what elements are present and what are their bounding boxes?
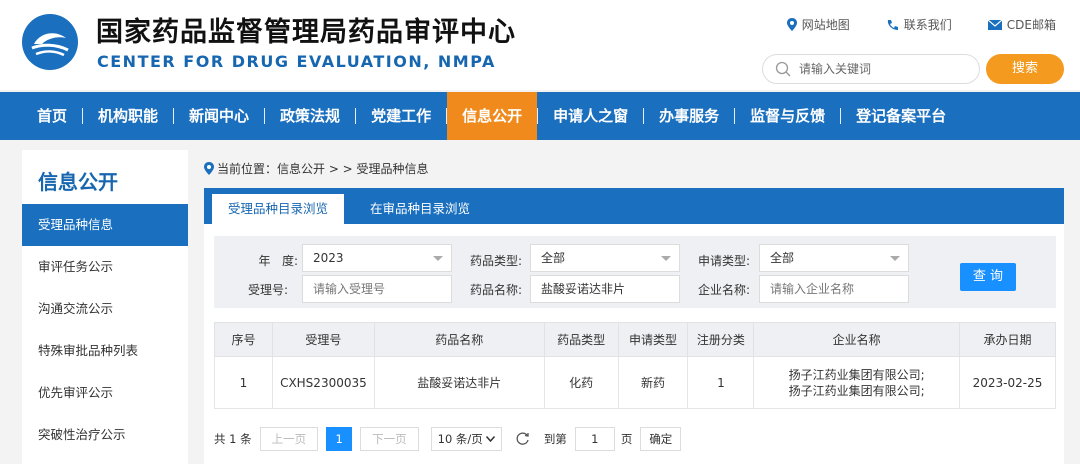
col-index: 序号 [214, 322, 273, 357]
sidebar-item-breakthrough[interactable]: 突破性治疗公示 [22, 414, 188, 456]
nav-item-home[interactable]: 首页 [22, 92, 82, 140]
company-input[interactable]: 请输入企业名称 [759, 275, 909, 303]
company-line: 扬子江药业集团有限公司; [788, 367, 925, 382]
nav-item-party-building[interactable]: 党建工作 [356, 92, 446, 140]
page-size-select[interactable]: 10 条/页 [430, 427, 502, 451]
col-accept-no: 受理号 [271, 322, 375, 357]
nav-item-services[interactable]: 办事服务 [644, 92, 734, 140]
contact-label: 联系我们 [903, 18, 952, 32]
tab-accepted-catalog[interactable]: 受理品种目录浏览 [212, 194, 344, 224]
sidebar-title: 信息公开 [38, 170, 118, 194]
site-title-en: CENTER FOR DRUG EVALUATION, NMPA [97, 52, 496, 71]
col-date: 承办日期 [959, 322, 1056, 357]
col-apply-type: 申请类型 [617, 322, 689, 357]
cell-drug-name: 盐酸妥诺达非片 [373, 356, 545, 409]
cell-company: 扬子江药业集团有限公司; 扬子江药业集团有限公司; [753, 356, 961, 409]
goto-page-input[interactable]: 1 [574, 427, 615, 451]
query-button[interactable]: 查 询 [960, 263, 1016, 291]
drug-name-input[interactable]: 盐酸妥诺达非片 [530, 275, 680, 303]
mail-icon [987, 19, 1002, 30]
col-company: 企业名称 [753, 322, 961, 357]
sitemap-link[interactable]: 网站地图 [786, 16, 850, 33]
top-links: 网站地图 联系我们 CDE邮箱 [786, 16, 1056, 33]
logo-emblem-icon [31, 33, 69, 57]
nav-item-info-disclosure[interactable]: 信息公开 [447, 92, 538, 140]
col-reg-class: 注册分类 [687, 322, 755, 357]
mail-label: CDE邮箱 [1006, 18, 1056, 32]
current-page-button[interactable]: 1 [326, 427, 353, 451]
breadcrumb: 当前位置：信息公开 > > 受理品种信息 [204, 160, 429, 177]
drug-type-value: 全部 [541, 251, 566, 265]
nav-item-news-center[interactable]: 新闻中心 [174, 92, 264, 140]
cell-index: 1 [214, 356, 273, 409]
apply-type-value: 全部 [770, 251, 795, 265]
goto-suffix: 页 [620, 432, 633, 446]
contact-link[interactable]: 联系我们 [886, 16, 952, 33]
cell-accept-no: CXHS2300035 [271, 356, 375, 409]
drug-type-select[interactable]: 全部 [530, 244, 680, 272]
next-page-button[interactable]: 下一页 [360, 427, 419, 451]
nav-item-applicant-window[interactable]: 申请人之窗 [538, 92, 643, 140]
cell-reg-class: 1 [687, 356, 755, 409]
year-value: 2023 [313, 251, 344, 265]
breadcrumb-text: 当前位置：信息公开 > > 受理品种信息 [217, 162, 429, 176]
apply-type-label: 申请类型: [697, 254, 750, 268]
sidebar-item-communication[interactable]: 沟通交流公示 [22, 288, 188, 330]
col-drug-type: 药品类型 [543, 322, 619, 357]
year-select[interactable]: 2023 [302, 244, 452, 272]
sidebar-item-priority-review[interactable]: 优先审评公示 [22, 372, 188, 414]
year-label: 年 度: [258, 254, 299, 268]
company-line: 扬子江药业集团有限公司; [788, 383, 925, 398]
chevron-down-icon [661, 256, 671, 261]
accept-no-input[interactable]: 请输入受理号 [302, 275, 452, 303]
table-row[interactable]: 1 CXHS2300035 盐酸妥诺达非片 化药 新药 1 扬子江药业集团有限公… [214, 356, 1056, 409]
content-panel: 受理品种目录浏览 在审品种目录浏览 年 度: 2023 药品类型: 全部 申请类… [204, 188, 1064, 464]
cell-drug-type: 化药 [543, 356, 619, 409]
sitemap-label: 网站地图 [801, 18, 850, 32]
drug-name-label: 药品名称: [469, 283, 522, 297]
total-count: 共 1 条 [214, 432, 252, 446]
chevron-down-icon [890, 256, 900, 261]
cde-logo[interactable] [22, 14, 78, 70]
tab-reviewing-catalog[interactable]: 在审品种目录浏览 [354, 194, 486, 224]
phone-icon [887, 19, 898, 30]
chevron-down-icon [485, 436, 495, 442]
accept-no-label: 受理号: [247, 283, 288, 297]
site-title-cn: 国家药品监督管理局药品审评中心 [96, 17, 516, 48]
sidebar-item-review-tasks[interactable]: 审评任务公示 [22, 246, 188, 288]
search-button[interactable]: 搜索 [986, 54, 1064, 84]
search-icon [775, 61, 791, 77]
sidebar: 信息公开 受理品种信息 审评任务公示 沟通交流公示 特殊审批品种列表 优先审评公… [22, 150, 188, 464]
nav-item-registration-platform[interactable]: 登记备案平台 [841, 92, 961, 140]
search-input[interactable] [799, 60, 969, 78]
goto-prefix: 到第 [543, 432, 567, 446]
nav-item-org-functions[interactable]: 机构职能 [83, 92, 173, 140]
nav-item-supervision-feedback[interactable]: 监督与反馈 [735, 92, 840, 140]
search-box [762, 54, 980, 84]
site-header: 国家药品监督管理局药品审评中心 CENTER FOR DRUG EVALUATI… [0, 0, 1080, 90]
goto-confirm-button[interactable]: 确定 [640, 427, 682, 451]
prev-page-button[interactable]: 上一页 [259, 427, 319, 451]
filter-area: 年 度: 2023 药品类型: 全部 申请类型: 全部 受理号: 请输入受理号 … [214, 236, 1056, 308]
sidebar-item-accepted-drugs[interactable]: 受理品种信息 [22, 204, 188, 246]
apply-type-select[interactable]: 全部 [759, 244, 909, 272]
chevron-down-icon [433, 256, 443, 261]
nav-item-policies[interactable]: 政策法规 [265, 92, 355, 140]
refresh-icon[interactable] [516, 432, 530, 446]
tab-bar: 受理品种目录浏览 在审品种目录浏览 [204, 188, 1064, 224]
company-label: 企业名称: [697, 283, 750, 297]
table-header-row: 序号 受理号 药品名称 药品类型 申请类型 注册分类 企业名称 承办日期 [214, 322, 1056, 357]
results-table: 序号 受理号 药品名称 药品类型 申请类型 注册分类 企业名称 承办日期 1 C… [214, 322, 1056, 409]
cell-date: 2023-02-25 [959, 356, 1056, 409]
sidebar-item-special-approval[interactable]: 特殊审批品种列表 [22, 330, 188, 372]
location-pin-icon [786, 18, 797, 31]
mail-link[interactable]: CDE邮箱 [987, 16, 1056, 33]
page-size-value: 10 条/页 [437, 432, 483, 446]
col-drug-name: 药品名称 [373, 322, 545, 357]
main-nav: 首页 机构职能 新闻中心 政策法规 党建工作 信息公开 申请人之窗 办事服务 监督与反馈 登记备案… [0, 92, 1080, 140]
pagination: 共 1 条 上一页 1 下一页 10 条/页 到第 1 页 确定 [214, 426, 682, 452]
cell-apply-type: 新药 [617, 356, 689, 409]
drug-type-label: 药品类型: [469, 254, 522, 268]
location-pin-icon [204, 162, 214, 175]
